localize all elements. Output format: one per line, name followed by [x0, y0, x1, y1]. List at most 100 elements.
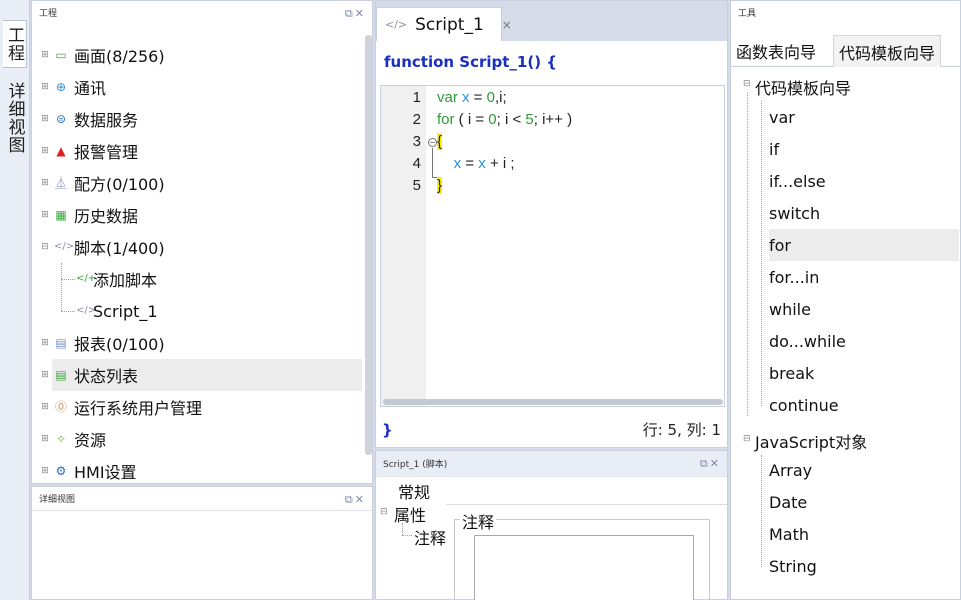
properties-header: Script_1 (脚本) ⧉✕: [376, 451, 727, 477]
tree-item-label: 运行系统用户管理: [74, 399, 203, 418]
expand-icon[interactable]: ⊞: [40, 146, 50, 156]
tree-item-screens[interactable]: ⊞ ▭ 画面(8/256): [32, 39, 362, 71]
tree-item-history[interactable]: ⊞ ▦ 历史数据: [32, 199, 362, 231]
globe-icon: ⊕: [55, 80, 67, 94]
js-object-string[interactable]: String: [769, 550, 959, 582]
tree-connector: [402, 523, 403, 535]
side-tab-detail-view[interactable]: 详细视图: [3, 80, 27, 156]
expand-icon[interactable]: ⊞: [40, 370, 50, 380]
close-icon[interactable]: ✕: [710, 457, 721, 470]
code-horizontal-scrollbar[interactable]: [383, 399, 723, 405]
template-var[interactable]: var: [769, 101, 959, 133]
template-break[interactable]: break: [769, 357, 959, 389]
fold-toggle-icon[interactable]: −: [428, 138, 437, 147]
expand-icon[interactable]: ⊞: [40, 434, 50, 444]
user-manage-icon: ⓪: [54, 400, 67, 414]
expand-icon[interactable]: ⊞: [40, 50, 50, 60]
collapse-icon[interactable]: ⊟: [40, 242, 50, 252]
add-script-icon: </+: [76, 273, 97, 284]
tree-item-reports[interactable]: ⊞ ▤ 报表(0/100): [32, 327, 362, 359]
tree-item-resources[interactable]: ⊞ ✧ 资源: [32, 423, 362, 455]
properties-tree-comment[interactable]: 注释: [414, 525, 446, 549]
expand-icon[interactable]: ⊞: [40, 338, 50, 348]
project-panel-controls: ⧉✕: [345, 7, 366, 21]
tools-tab-bar: 函数表向导 代码模板向导: [731, 35, 960, 67]
divider: [446, 504, 727, 505]
code-area[interactable]: 1 2 3 4 5 − var x = 0,i; for ( i = 0; i …: [380, 85, 725, 407]
js-object-math[interactable]: Math: [769, 518, 959, 550]
line-number: 4: [412, 155, 421, 172]
cursor-position-status: 行: 5, 列: 1: [642, 421, 721, 439]
float-icon[interactable]: ⧉: [345, 493, 355, 506]
side-tab-project[interactable]: 工程: [3, 20, 27, 68]
expand-icon[interactable]: ⊞: [40, 114, 50, 124]
template-while[interactable]: while: [769, 293, 959, 325]
function-closing-brace: }: [382, 421, 393, 439]
project-panel: 工程 ⧉✕ ⊞ ▭ 画面(8/256) ⊞ ⊕ 通讯 ⊞ ⊜ 数据服务 ⊞ ▲ …: [31, 0, 373, 484]
tree-item-label: 添加脚本: [93, 271, 158, 290]
float-icon[interactable]: ⧉: [700, 457, 710, 470]
tree-item-add-script[interactable]: </+ 添加脚本: [32, 263, 362, 295]
template-for[interactable]: for: [769, 229, 959, 261]
tree-item-label: 报表(0/100): [74, 335, 165, 354]
expand-icon[interactable]: ⊞: [40, 210, 50, 220]
expand-icon[interactable]: ⊞: [40, 178, 50, 188]
data-service-icon: ⊜: [55, 112, 67, 126]
report-icon: ▤: [55, 336, 67, 350]
js-object-array[interactable]: Array: [769, 454, 959, 486]
tree-item-alarm[interactable]: ⊞ ▲ 报警管理: [32, 135, 362, 167]
code-line-5: }: [437, 177, 443, 194]
expand-icon[interactable]: ⊞: [40, 402, 50, 412]
properties-tree-general[interactable]: 常规: [398, 479, 430, 503]
template-switch[interactable]: switch: [769, 197, 959, 229]
tree-connector: [761, 455, 762, 567]
js-object-date[interactable]: Date: [769, 486, 959, 518]
float-icon[interactable]: ⧉: [345, 7, 355, 20]
template-if[interactable]: if: [769, 133, 959, 165]
project-panel-header: 工程 ⧉✕: [32, 1, 372, 25]
code-line-2: for ( i = 0; i < 5; i++ ): [437, 111, 573, 128]
close-icon[interactable]: ✕: [355, 7, 366, 20]
function-signature: function Script_1() {: [384, 53, 557, 71]
tab-code-template-wizard[interactable]: 代码模板向导: [833, 35, 942, 67]
tab-function-wizard[interactable]: 函数表向导: [731, 35, 821, 67]
tree-item-label: Script_1: [93, 301, 158, 321]
hmi-designer-window: 工程 详细视图 工程 ⧉✕ ⊞ ▭ 画面(8/256) ⊞ ⊕ 通讯 ⊞ ⊜ 数…: [0, 0, 961, 600]
tree-item-user-management[interactable]: ⊞ ⓪ 运行系统用户管理: [32, 391, 362, 423]
tree-item-script-1[interactable]: </> Script_1: [32, 295, 362, 327]
line-number: 2: [412, 111, 421, 128]
tree-item-label: HMI设置: [74, 463, 137, 482]
tree-item-label: 脚本(1/400): [74, 239, 165, 258]
expand-icon[interactable]: ⊞: [40, 82, 50, 92]
tools-header: 工具: [731, 1, 960, 25]
tree-item-scripts[interactable]: ⊟ </> 脚本(1/400): [32, 231, 362, 263]
template-do-while[interactable]: do...while: [769, 325, 959, 357]
expand-icon[interactable]: ⊞: [40, 466, 50, 476]
collapse-icon[interactable]: ⊟: [743, 79, 751, 89]
tools-panel: 工具 函数表向导 代码模板向导 ⊟ 代码模板向导 var if if...els…: [730, 0, 961, 600]
collapse-icon[interactable]: ⊟: [743, 434, 751, 444]
alarm-icon: ▲: [56, 144, 66, 158]
tree-item-hmi-settings[interactable]: ⊞ ⚙ HMI设置: [32, 455, 362, 487]
collapse-icon[interactable]: ⊟: [380, 507, 388, 517]
comment-group-title: 注释: [460, 509, 497, 533]
detail-view-header: 详细视图 ⧉✕: [32, 487, 372, 511]
detail-view-panel: 详细视图 ⧉✕: [31, 486, 373, 600]
tree-item-data-service[interactable]: ⊞ ⊜ 数据服务: [32, 103, 362, 135]
tab-script-1[interactable]: </> Script_1 ×: [376, 7, 512, 41]
js-object-group-label[interactable]: JavaScript对象: [755, 429, 867, 453]
tree-item-state-list[interactable]: ⊞ ▤ 状态列表: [41, 359, 362, 391]
tree-item-label: 状态列表: [74, 367, 139, 386]
tree-item-communication[interactable]: ⊞ ⊕ 通讯: [32, 71, 362, 103]
close-icon[interactable]: ✕: [355, 493, 366, 506]
template-if-else[interactable]: if...else: [769, 165, 959, 197]
tree-item-recipe[interactable]: ⊞ ⏅ 配方(0/100): [32, 167, 362, 199]
project-tree-scrollbar[interactable]: [365, 35, 372, 455]
template-group-label[interactable]: 代码模板向导: [755, 75, 851, 99]
properties-tree-properties[interactable]: 属性: [394, 502, 426, 526]
tab-close-icon[interactable]: ×: [502, 18, 512, 32]
comment-textarea[interactable]: [474, 535, 694, 600]
code-icon: </>: [76, 305, 97, 316]
template-for-in[interactable]: for...in: [769, 261, 959, 293]
template-continue[interactable]: continue: [769, 389, 959, 421]
